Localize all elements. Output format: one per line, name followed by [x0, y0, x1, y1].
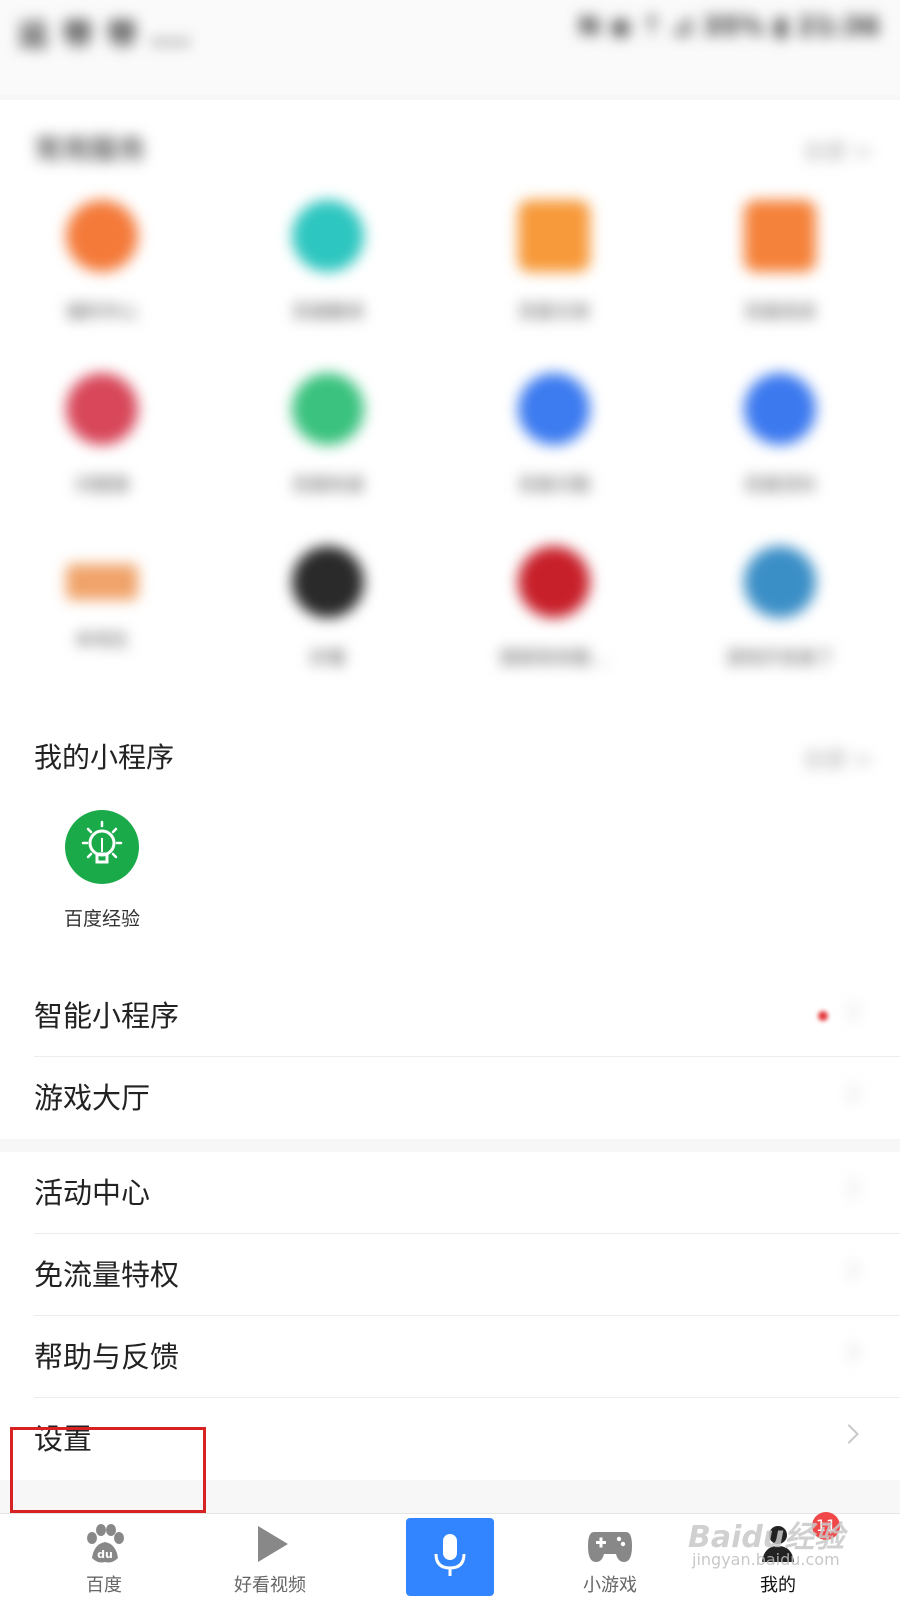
menu-item-label: 活动中心 — [34, 1176, 151, 1210]
tab-label: 百度 — [86, 1575, 122, 1596]
service-item[interactable]: 百度文库 — [474, 200, 634, 324]
menu-item-label: 智能小程序 — [34, 999, 180, 1033]
service-item[interactable]: 百度知道 — [248, 373, 408, 497]
paw-icon: du — [82, 1522, 126, 1570]
service-icon — [518, 200, 590, 272]
mini-programs-title: 我的小程序 — [34, 741, 175, 774]
menu-item-smart-mini-programs[interactable]: 智能小程序 — [0, 975, 900, 1057]
service-label: 国家政务服… — [500, 648, 608, 669]
chevron-right-icon — [839, 1424, 859, 1444]
status-bar-right: N ◉ ⇡ ⊿ 35% ▮ 21:36 — [578, 12, 880, 42]
chevron-right-icon — [839, 1342, 859, 1362]
tab-label: 小游戏 — [583, 1575, 637, 1596]
service-label: 好看 — [310, 648, 346, 669]
tab-label: 我的 — [760, 1575, 796, 1596]
voice-search-button[interactable] — [406, 1518, 494, 1596]
service-label: 福利中心 — [66, 302, 138, 323]
service-label: 问题搜 — [75, 475, 129, 496]
service-item[interactable]: 好看 — [248, 546, 408, 670]
chevron-right-icon — [839, 1001, 859, 1021]
menu-item-label: 游戏大厅 — [34, 1081, 151, 1115]
service-item[interactable]: 百度阅读 — [700, 200, 860, 324]
service-icon — [744, 200, 816, 272]
service-icon — [518, 546, 590, 618]
service-icon — [744, 373, 816, 445]
service-label: 百度识图 — [518, 475, 590, 496]
menu-item-game-hall[interactable]: 游戏大厅 — [0, 1057, 900, 1139]
service-item[interactable]: 本地生 — [22, 546, 182, 652]
mini-program-baidu-jingyan[interactable]: 百度经验 — [52, 810, 152, 931]
service-icon — [292, 546, 364, 618]
service-item[interactable]: 国家政务服… — [474, 546, 634, 670]
mini-program-label: 百度经验 — [63, 908, 140, 930]
service-item[interactable]: 问题搜 — [22, 373, 182, 497]
service-label: 百度阅读 — [744, 302, 816, 323]
service-label: 百度知道 — [292, 475, 364, 496]
service-icon — [292, 373, 364, 445]
service-label: 游戏开发者了 — [726, 648, 834, 669]
service-item[interactable]: 游戏开发者了 — [700, 546, 860, 670]
status-bar-left: 运 带 带 ... — [18, 18, 192, 53]
menu-item-label: 免流量特权 — [34, 1258, 180, 1292]
menu-item-label: 帮助与反馈 — [34, 1340, 180, 1374]
settings-highlight-box — [10, 1427, 206, 1513]
service-icon — [66, 564, 138, 600]
service-label: 本地生 — [75, 630, 129, 651]
service-icon — [66, 373, 138, 445]
mini-programs-more-link[interactable]: 全部 > — [803, 742, 872, 774]
service-icon — [66, 200, 138, 272]
tab-mini-games[interactable]: 小游戏 — [540, 1514, 680, 1601]
mini-programs-section: 我的小程序 全部 > 百度经验 — [0, 720, 900, 975]
service-item[interactable]: 百度翻译 — [248, 200, 408, 324]
svg-text:du: du — [97, 1548, 113, 1561]
chevron-right-icon — [839, 1083, 859, 1103]
gamepad-icon — [586, 1526, 634, 1570]
service-icon — [292, 200, 364, 272]
menu-item-activity-center[interactable]: 活动中心 — [0, 1152, 900, 1234]
chevron-right-icon — [839, 1178, 859, 1198]
service-label: 百度百科 — [744, 475, 816, 496]
services-grid: 福利中心 百度翻译 百度文库 百度阅读 问题搜 百度知道 百度识图 百度百科 本… — [0, 100, 900, 720]
status-bar: 运 带 带 ... N ◉ ⇡ ⊿ 35% ▮ 21:36 — [0, 0, 900, 95]
microphone-icon — [430, 1532, 470, 1586]
chevron-right-icon — [839, 1260, 859, 1280]
service-item[interactable]: 百度识图 — [474, 373, 634, 497]
menu-item-free-data[interactable]: 免流量特权 — [0, 1234, 900, 1316]
lightbulb-icon — [65, 810, 139, 884]
play-icon — [252, 1522, 292, 1570]
tab-label: 好看视频 — [234, 1575, 306, 1596]
notification-dot — [818, 1011, 828, 1021]
common-services-section: 常用服务 全部 > 福利中心 百度翻译 百度文库 百度阅读 问题搜 百度知道 百… — [0, 100, 900, 720]
service-label: 百度文库 — [518, 302, 590, 323]
tab-baidu[interactable]: du 百度 — [34, 1514, 174, 1601]
service-label: 百度翻译 — [292, 302, 364, 323]
tab-haokan-video[interactable]: 好看视频 — [200, 1514, 340, 1601]
service-icon — [518, 373, 590, 445]
service-item[interactable]: 福利中心 — [22, 200, 182, 324]
service-icon — [744, 546, 816, 618]
menu-item-help-feedback[interactable]: 帮助与反馈 — [0, 1316, 900, 1398]
watermark-url: jingyan.baidu.com — [692, 1550, 840, 1569]
service-item[interactable]: 百度百科 — [700, 373, 860, 497]
